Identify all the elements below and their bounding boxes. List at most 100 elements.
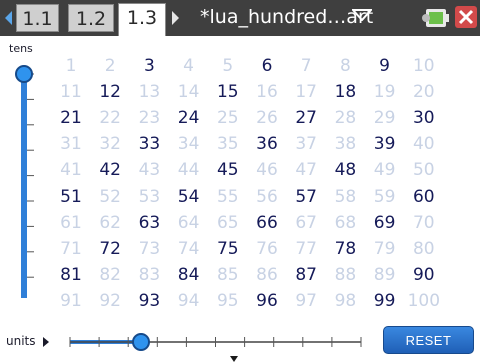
grid-cell: 11	[60, 82, 82, 103]
units-slider[interactable]	[66, 328, 366, 352]
grid-cell: 100	[407, 290, 441, 311]
grid-cell: 56	[256, 186, 278, 207]
grid-cell: 57	[295, 186, 317, 207]
grid-cell: 83	[138, 264, 161, 285]
grid-cell: 34	[177, 134, 200, 155]
grid-cell: 78	[334, 238, 357, 259]
grid-cell: 54	[177, 186, 200, 207]
grid-cell: 62	[99, 212, 121, 233]
nav-left-icon[interactable]	[5, 11, 12, 25]
units-label: units	[6, 334, 36, 348]
grid-cell: 18	[334, 82, 357, 103]
grid-cell: 47	[295, 160, 317, 181]
grid-cell: 99	[373, 290, 396, 311]
grid-cell: 79	[373, 238, 396, 259]
grid-cell: 46	[256, 160, 278, 181]
units-slider-thumb[interactable]	[132, 333, 150, 351]
grid-cell: 27	[295, 108, 317, 129]
grid-cell: 71	[60, 238, 82, 259]
tab-1-2[interactable]: 1.2	[68, 4, 114, 32]
grid-cell: 66	[256, 212, 278, 233]
grid-cell: 8	[339, 56, 351, 76]
grid-cell: 20	[412, 82, 435, 103]
document-title[interactable]: *lua_hundred…art	[200, 5, 373, 29]
hundred-grid: 1 2 3 4 5 6 7 8 9 10 11 12 13 14 15 16 17 18 19 20 21 22 23 24 2…	[0, 36, 480, 316]
tab-1-1[interactable]: 1.1	[16, 4, 59, 32]
grid-cell: 74	[177, 238, 200, 259]
grid-cell: 68	[334, 212, 357, 233]
grid-cell: 45	[216, 160, 239, 181]
grid-cell: 63	[138, 212, 161, 233]
grid-cell: 31	[60, 134, 82, 155]
grid-cell: 49	[373, 160, 396, 181]
grid-cell: 73	[138, 238, 161, 259]
grid-cell: 76	[256, 238, 278, 259]
grid-cell: 70	[412, 212, 435, 233]
grid-cell: 87	[295, 264, 317, 285]
grid-cell: 9	[379, 56, 390, 76]
grid-cell: 51	[60, 186, 82, 207]
reset-button[interactable]: RESET	[383, 326, 474, 354]
grid-cell: 36	[256, 134, 278, 155]
grid-cell: 60	[412, 186, 435, 207]
close-button[interactable]	[455, 6, 477, 28]
grid-cell: 7	[300, 56, 312, 76]
grid-cell: 89	[373, 264, 396, 285]
grid-cell: 77	[295, 238, 317, 259]
grid-cell: 13	[138, 82, 161, 103]
grid-cell: 80	[412, 238, 435, 259]
grid-cell: 55	[216, 186, 239, 207]
grid-cell: 65	[216, 212, 239, 233]
grid-cell: 92	[99, 290, 121, 311]
grid-cell: 53	[138, 186, 161, 207]
grid-cell: 42	[99, 160, 121, 181]
grid-cell: 6	[261, 56, 273, 76]
grid-cell: 22	[99, 108, 121, 129]
grid-cell: 82	[99, 264, 121, 285]
grid-cell: 84	[177, 264, 200, 285]
grid-cell: 28	[334, 108, 357, 129]
grid-cell: 93	[138, 290, 161, 311]
grid-cell: 39	[373, 134, 396, 155]
grid-cell: 25	[216, 108, 239, 129]
grid-cell: 97	[295, 290, 317, 311]
grid-cell: 52	[99, 186, 121, 207]
grid-cell: 43	[138, 160, 161, 181]
grid-cell: 96	[256, 290, 278, 311]
grid-cell: 10	[412, 56, 435, 76]
grid-cell: 59	[373, 186, 396, 207]
grid-cell: 37	[295, 134, 317, 155]
grid-cell: 88	[334, 264, 357, 285]
grid-cell: 19	[373, 82, 396, 103]
grid-cell: 4	[183, 56, 194, 76]
grid-cell: 91	[60, 290, 82, 311]
nav-right-icon[interactable]	[172, 11, 179, 25]
cursor-icon	[230, 356, 238, 362]
grid-cell: 48	[334, 160, 357, 181]
grid-cell: 35	[216, 134, 239, 155]
grid-cell: 81	[60, 264, 82, 285]
grid-cell: 50	[412, 160, 435, 181]
top-bar: 1.1 1.2 1.3 *lua_hundred…art	[0, 0, 480, 36]
grid-cell: 90	[412, 264, 435, 285]
grid-cell: 64	[177, 212, 200, 233]
grid-cell: 32	[99, 134, 121, 155]
grid-cell: 33	[138, 134, 161, 155]
grid-cell: 86	[256, 264, 278, 285]
grid-cell: 67	[295, 212, 317, 233]
grid-cell: 1	[65, 56, 77, 76]
close-icon	[458, 9, 474, 25]
dropdown-caret-icon[interactable]	[352, 9, 372, 21]
hundred-chart-page: tens 1 2 3 4 5 6 7 8 9 10 11 12 13 14 15 16 17 18 19 20 21 22…	[0, 36, 480, 362]
grid-cell: 5	[222, 56, 234, 76]
grid-cell: 85	[216, 264, 239, 285]
grid-cell: 14	[177, 82, 200, 103]
grid-cell: 61	[60, 212, 82, 233]
tab-1-3[interactable]: 1.3	[118, 3, 166, 36]
grid-cell: 12	[99, 82, 121, 103]
grid-cell: 30	[412, 108, 435, 129]
grid-cell: 21	[60, 108, 82, 129]
grid-cell: 17	[295, 82, 317, 103]
units-arrow-icon	[43, 337, 49, 347]
grid-cell: 16	[256, 82, 278, 103]
